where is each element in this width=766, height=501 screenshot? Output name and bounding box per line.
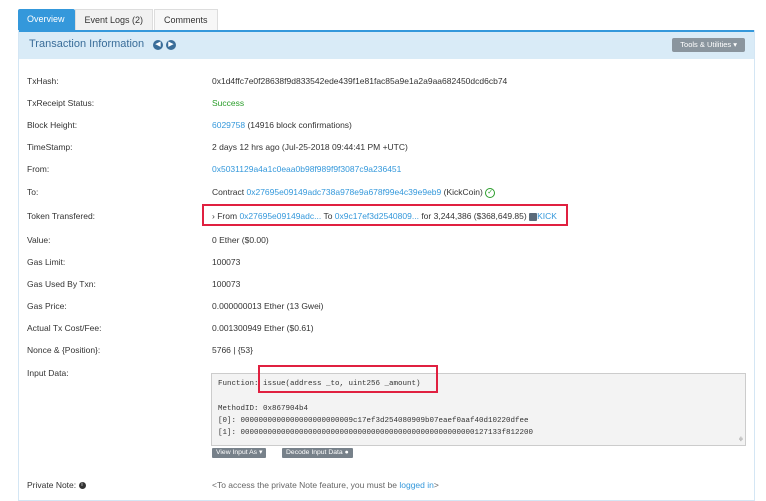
highlight-token-transfer <box>202 204 568 226</box>
row-gas-used: Gas Used By Txn: 100073 <box>27 276 747 292</box>
param-0: [0]: 0000000000000000000000009c17ef3d254… <box>218 417 529 425</box>
nonce-value: 5766 | {53} <box>212 345 253 355</box>
row-fee: Actual Tx Cost/Fee: 0.001300949 Ether ($… <box>27 320 747 336</box>
label: TxHash: <box>27 76 59 86</box>
to-contract-link[interactable]: 0x27695e09149adc738a978e9a678f99e4c39e9e… <box>247 187 442 197</box>
resize-handle-icon[interactable]: ≑ <box>739 435 743 444</box>
gas-price-value: 0.000000013 Ether (13 Gwei) <box>212 301 324 311</box>
row-block: Block Height: 6029758 (14916 block confi… <box>27 117 747 133</box>
row-status: TxReceipt Status: Success <box>27 95 747 111</box>
row-gas-limit: Gas Limit: 100073 <box>27 254 747 270</box>
gas-used-value: 100073 <box>212 279 241 289</box>
row-timestamp: TimeStamp: 2 days 12 hrs ago (Jul-25-201… <box>27 139 747 155</box>
view-input-label: View Input As <box>216 449 258 456</box>
timestamp-value: 2 days 12 hrs ago (Jul-25-2018 09:44:41 … <box>212 142 408 152</box>
view-input-as-button[interactable]: View Input As ▾ <box>212 448 267 458</box>
tools-utilities-button[interactable]: Tools & Utilities ▾ <box>672 38 745 52</box>
method-id: MethodID: 0x867904b4 <box>218 405 309 413</box>
decode-input-button[interactable]: Decode Input Data ● <box>282 448 353 458</box>
panel-title: Transaction Information <box>29 38 145 50</box>
login-link[interactable]: logged in <box>399 480 434 490</box>
label: Value: <box>27 235 51 245</box>
row-private-note: Private Note: i <To access the private N… <box>27 477 747 493</box>
label: TimeStamp: <box>27 142 73 152</box>
contract-name: (KickCoin) <box>443 187 483 197</box>
row-to: To: Contract 0x27695e09149adc738a978e9a6… <box>27 184 747 200</box>
tools-label: Tools & Utilities <box>680 40 732 49</box>
value-value: 0 Ether ($0.00) <box>212 235 269 245</box>
label: Private Note: <box>27 480 77 490</box>
fee-value: 0.001300949 Ether ($0.61) <box>212 323 314 333</box>
prev-tx-icon[interactable]: ◀ <box>153 40 163 50</box>
info-icon[interactable]: i <box>78 482 86 490</box>
txhash-value: 0x1d4ffc7e0f28638f9d833542ede439f1e81fac… <box>212 76 508 86</box>
label: From: <box>27 164 50 174</box>
note-text-end: > <box>433 480 439 490</box>
label: Gas Limit: <box>27 257 66 267</box>
tab-overview[interactable]: Overview <box>18 9 75 30</box>
verified-check-icon: ✓ <box>485 187 496 198</box>
label: Block Height: <box>27 120 78 130</box>
row-gas-price: Gas Price: 0.000000013 Ether (13 Gwei) <box>27 298 747 314</box>
next-tx-icon[interactable]: ▶ <box>166 40 176 50</box>
function-label: Function: <box>218 380 259 388</box>
label: To: <box>27 187 39 197</box>
label: Input Data: <box>27 368 69 378</box>
label: Actual Tx Cost/Fee: <box>27 323 102 333</box>
contract-prefix: Contract <box>212 187 245 197</box>
param-1: [1]: 00000000000000000000000000000000000… <box>218 429 534 437</box>
label: Gas Used By Txn: <box>27 279 96 289</box>
note-text: <To access the private Note feature, you… <box>212 480 397 490</box>
tab-comments[interactable]: Comments <box>154 9 218 31</box>
label: TxReceipt Status: <box>27 98 95 108</box>
row-value: Value: 0 Ether ($0.00) <box>27 232 747 248</box>
tab-bar: Overview Event Logs (2) Comments <box>18 9 218 31</box>
block-confirmations: (14916 block confirmations) <box>247 120 352 130</box>
decode-icon: ● <box>344 449 349 456</box>
highlight-function <box>258 365 438 393</box>
row-from: From: 0x5031129a4a1c0eaa0b98f989f9f3087c… <box>27 161 747 177</box>
tab-event-logs[interactable]: Event Logs (2) <box>74 9 154 31</box>
label: Token Transfered: <box>27 211 96 221</box>
block-link[interactable]: 6029758 <box>212 120 245 130</box>
label: Gas Price: <box>27 301 67 311</box>
from-address-link[interactable]: 0x5031129a4a1c0eaa0b98f989f9f3087c9a2364… <box>212 164 401 174</box>
panel-header: Transaction Information ◀ ▶ Tools & Util… <box>19 30 754 59</box>
row-txhash: TxHash: 0x1d4ffc7e0f28638f9d833542ede439… <box>27 73 747 89</box>
gas-limit-value: 100073 <box>212 257 241 267</box>
row-nonce: Nonce & {Position}: 5766 | {53} <box>27 342 747 358</box>
label: Nonce & {Position}: <box>27 345 101 355</box>
status-value: Success <box>212 98 245 108</box>
decode-input-label: Decode Input Data <box>286 449 343 456</box>
